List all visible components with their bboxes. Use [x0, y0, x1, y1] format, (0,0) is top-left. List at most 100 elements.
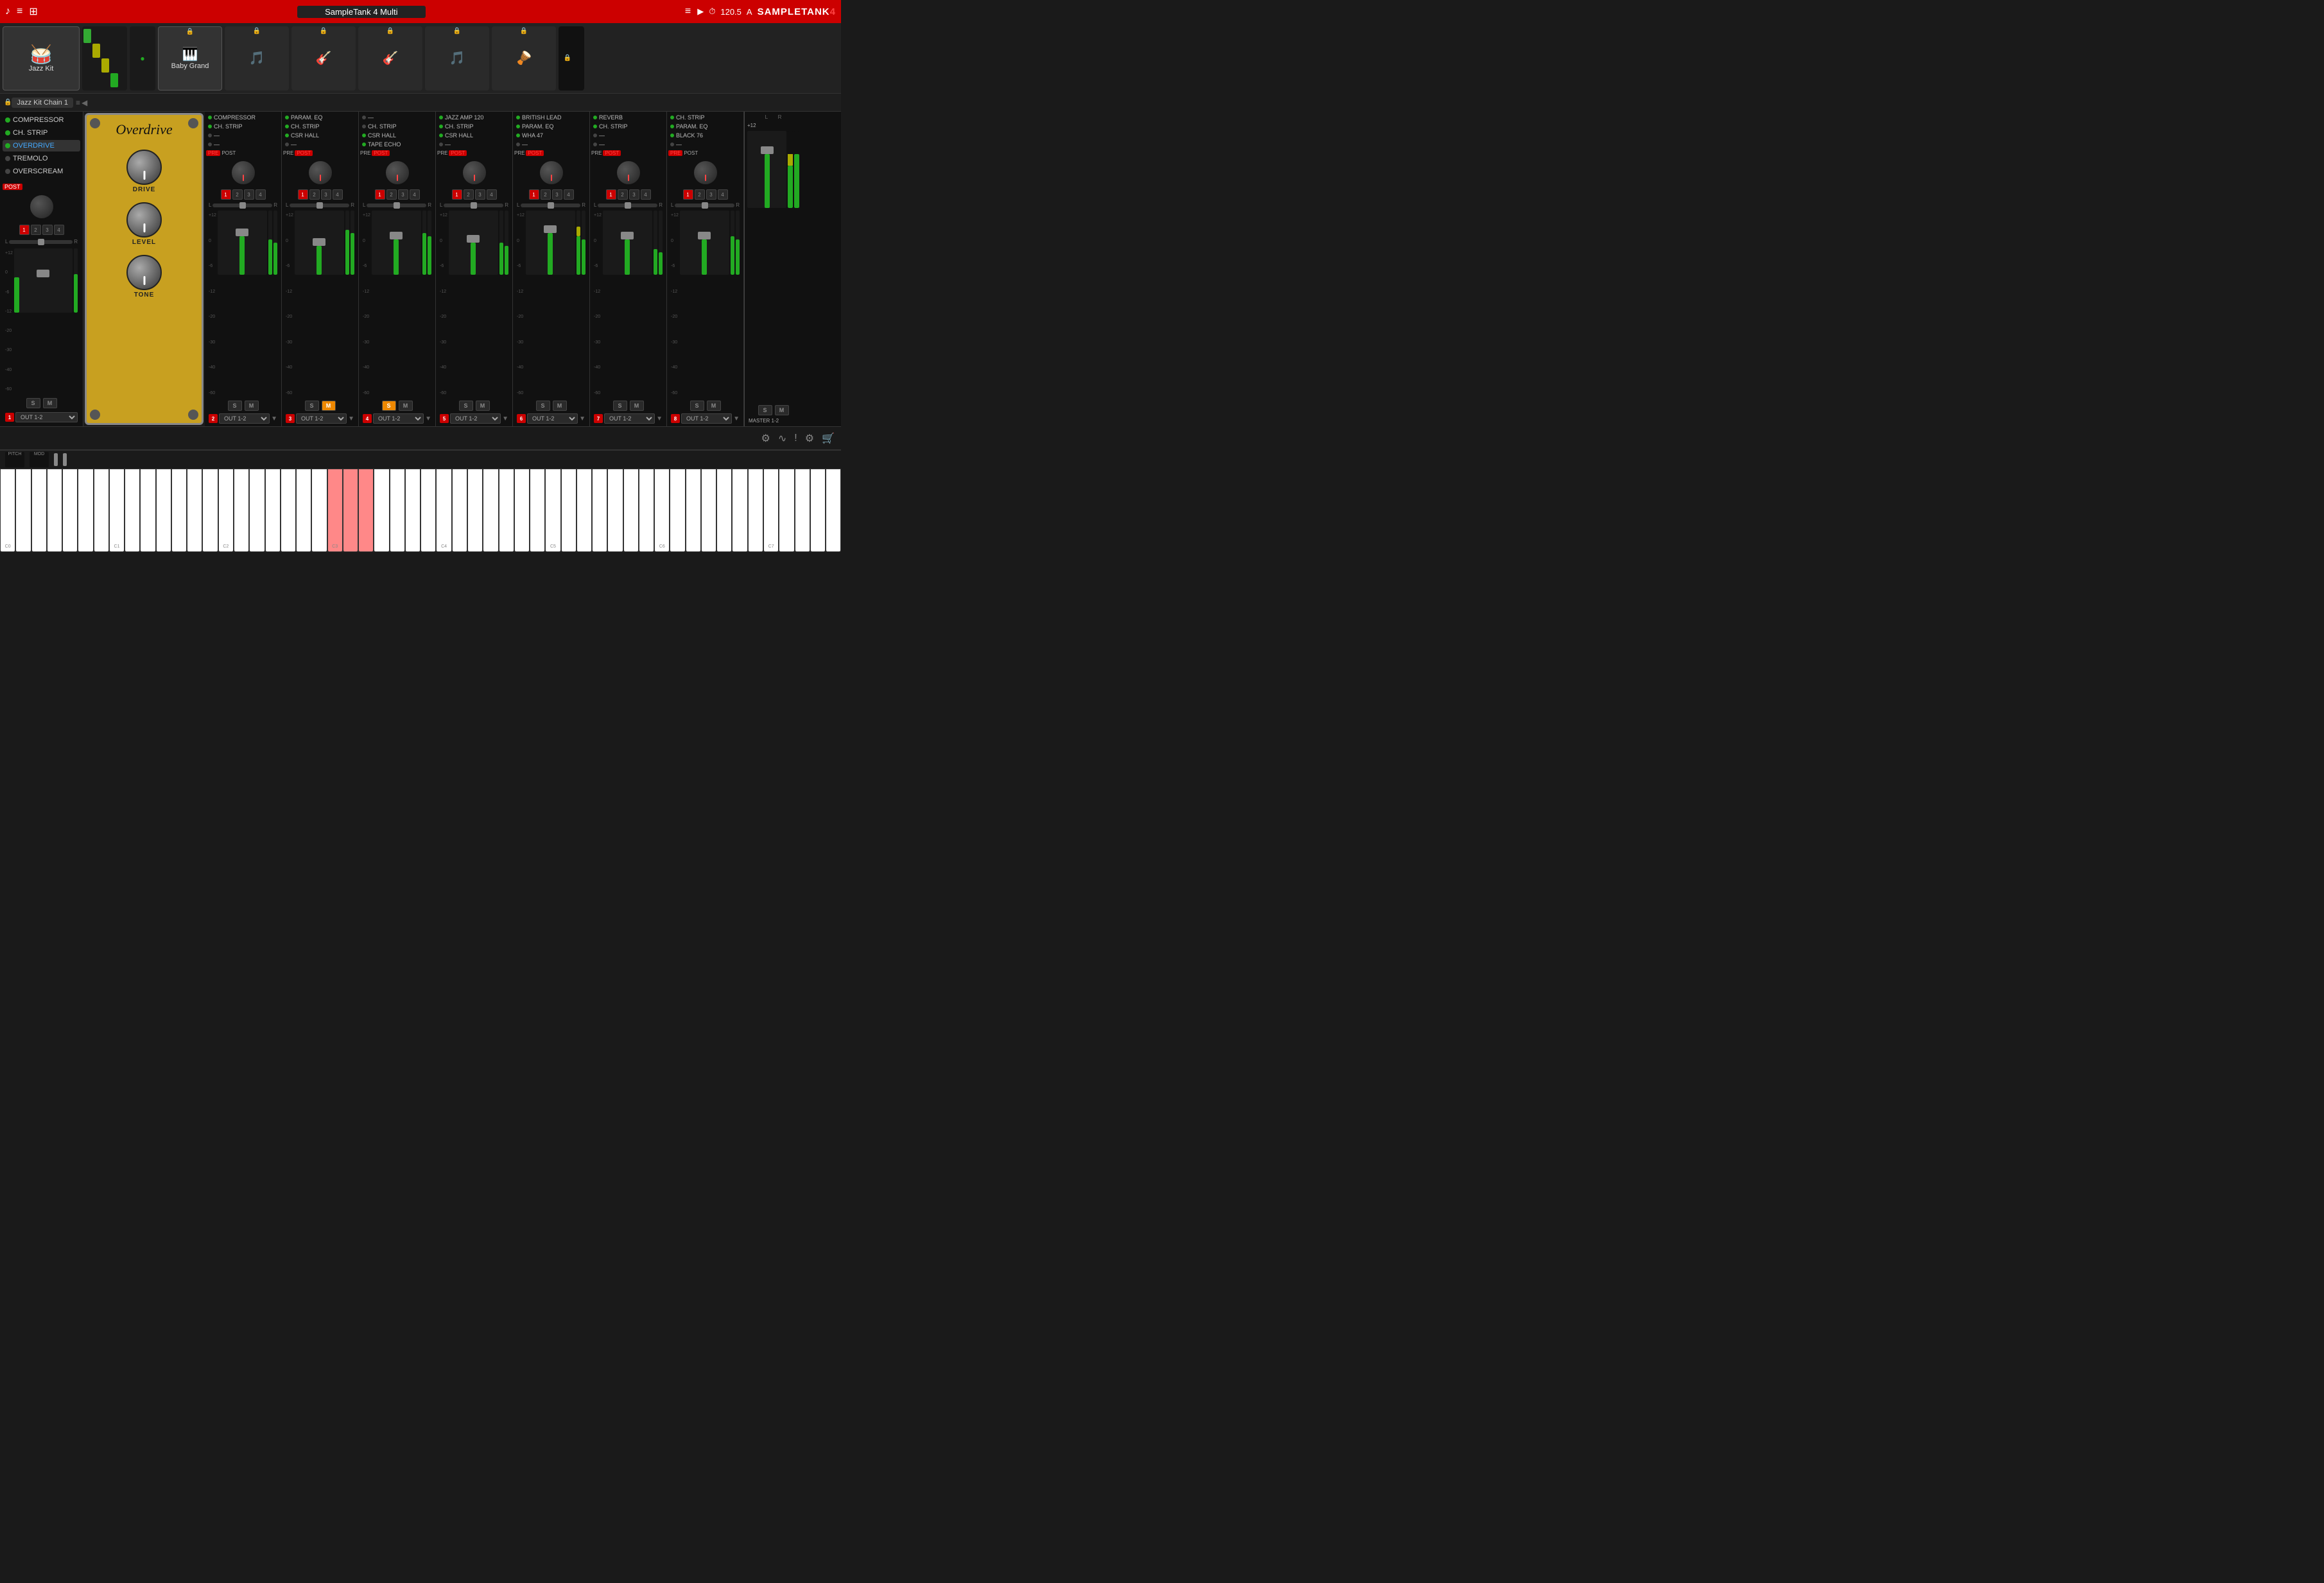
key-B5[interactable] — [639, 469, 654, 552]
key-B1[interactable] — [202, 469, 218, 552]
ch7-btn-3[interactable]: 3 — [629, 189, 639, 200]
ch8-mute-button[interactable]: M — [707, 401, 721, 411]
ch6-pan-slider[interactable] — [521, 203, 580, 207]
ch2-fx-4[interactable]: — — [206, 140, 280, 149]
key-G3[interactable] — [390, 469, 405, 552]
key-E4[interactable] — [467, 469, 483, 552]
overdrive-drive-knob[interactable] — [126, 150, 162, 185]
ch8-btn-2[interactable]: 2 — [695, 189, 705, 200]
key-B3[interactable] — [421, 469, 436, 552]
key-C5[interactable]: C5 — [545, 469, 560, 552]
hamburger-icon[interactable]: ≡ — [685, 6, 691, 17]
overdrive-corner-tl[interactable] — [90, 118, 100, 128]
ch4-fader-track[interactable] — [372, 211, 421, 275]
ch3-btn-4[interactable]: 4 — [333, 189, 343, 200]
instrument-slot-guitar[interactable]: 🔒 🎸 — [291, 26, 356, 91]
ch7-mute-button[interactable]: M — [630, 401, 644, 411]
ch2-btn-4[interactable]: 4 — [256, 189, 266, 200]
ch5-fader-track[interactable] — [449, 211, 498, 275]
key-F5[interactable] — [592, 469, 607, 552]
key-E6[interactable] — [686, 469, 701, 552]
music-icon[interactable]: ♪ — [5, 6, 10, 17]
fx-tremolo[interactable]: TREMOLO — [3, 153, 80, 164]
ch1-fader-handle[interactable] — [37, 270, 49, 277]
key-D5[interactable] — [561, 469, 577, 552]
ch7-out-select[interactable]: OUT 1-2 — [604, 413, 655, 424]
ch4-btn-1[interactable]: 1 — [375, 189, 385, 200]
key-A4[interactable] — [514, 469, 530, 552]
ch8-btn-4[interactable]: 4 — [718, 189, 728, 200]
ch5-solo-button[interactable]: S — [459, 401, 473, 411]
ch6-fx-britishlead[interactable]: BRITISH LEAD — [514, 113, 588, 122]
key-D3[interactable] — [343, 469, 358, 552]
ch6-btn-1[interactable]: 1 — [529, 189, 539, 200]
key-D4[interactable] — [452, 469, 467, 552]
ch7-fader-handle[interactable] — [621, 232, 634, 239]
mixer-icon[interactable]: ⊞ — [29, 5, 37, 18]
alert-icon[interactable]: ! — [794, 433, 797, 444]
ch2-btn-3[interactable]: 3 — [244, 189, 254, 200]
key-C0[interactable]: C0 — [0, 469, 15, 552]
key-B4[interactable] — [530, 469, 545, 552]
key-G0[interactable] — [62, 469, 78, 552]
ch7-fx-4[interactable]: — — [591, 140, 665, 149]
ch8-fx-black76[interactable]: BLACK 76 — [668, 131, 742, 140]
ch2-fx-chstrip[interactable]: CH. STRIP — [206, 122, 280, 131]
key-E2[interactable] — [249, 469, 264, 552]
ch5-fx-csrhall[interactable]: CSR HALL — [437, 131, 511, 140]
ch4-pan-slider[interactable] — [367, 203, 426, 207]
instrument-slot-xylophone[interactable]: 🔒 🎵 — [225, 26, 289, 91]
ch2-out-select[interactable]: OUT 1-2 — [219, 413, 270, 424]
ch7-btn-2[interactable]: 2 — [618, 189, 628, 200]
key-G5[interactable] — [607, 469, 623, 552]
key-B6[interactable] — [748, 469, 763, 552]
ch7-btn-1[interactable]: 1 — [606, 189, 616, 200]
ch2-fx-compressor[interactable]: COMPRESSOR — [206, 113, 280, 122]
ch1-btn-3[interactable]: 3 — [42, 225, 53, 235]
ch4-btn-4[interactable]: 4 — [410, 189, 420, 200]
ch4-fx-tapeecho[interactable]: TAPE ECHO — [360, 140, 434, 149]
chain-menu-icon[interactable]: ≡ — [76, 98, 80, 107]
ch6-btn-4[interactable]: 4 — [564, 189, 574, 200]
instrument-slot-chain[interactable] — [82, 26, 127, 91]
ch8-solo-button[interactable]: S — [690, 401, 704, 411]
key-B2[interactable] — [311, 469, 327, 552]
key-E7[interactable] — [795, 469, 810, 552]
ch6-fx-wha47[interactable]: WHA 47 — [514, 131, 588, 140]
settings-icon[interactable]: ⚙ — [761, 432, 770, 445]
ch3-fx-parameq[interactable]: PARAM. EQ — [283, 113, 357, 122]
ch7-pan-slider[interactable] — [598, 203, 657, 207]
instrument-slot-bass[interactable]: 🔒 🎸 — [358, 26, 422, 91]
fx-compressor[interactable]: COMPRESSOR — [3, 114, 80, 126]
key-D0[interactable] — [15, 469, 31, 552]
ch2-fx-3[interactable]: — — [206, 131, 280, 140]
fx-overdrive[interactable]: OVERDRIVE — [3, 140, 80, 151]
ch4-mute-button[interactable]: M — [399, 401, 413, 411]
fx-overscream[interactable]: OVERSCREAM — [3, 166, 80, 177]
ch4-fx-1[interactable]: — — [360, 113, 434, 122]
ch3-mute-button[interactable]: M — [322, 401, 336, 411]
ch4-fx-csrhall[interactable]: CSR HALL — [360, 131, 434, 140]
ch8-fx-chstrip[interactable]: CH. STRIP — [668, 113, 742, 122]
key-A5[interactable] — [623, 469, 639, 552]
ch8-send-knob[interactable] — [693, 160, 718, 186]
ch2-btn-2[interactable]: 2 — [232, 189, 243, 200]
ch4-btn-2[interactable]: 2 — [386, 189, 397, 200]
overdrive-corner-br[interactable] — [188, 410, 198, 420]
master-fader-track[interactable] — [747, 131, 786, 208]
gear2-icon[interactable]: ⚙ — [805, 432, 814, 445]
ch3-fx-4[interactable]: — — [283, 140, 357, 149]
ch8-btn-3[interactable]: 3 — [706, 189, 716, 200]
ch3-fx-csrhall[interactable]: CSR HALL — [283, 131, 357, 140]
ch4-solo-button[interactable]: S — [382, 401, 396, 411]
ch4-fader-handle[interactable] — [390, 232, 403, 239]
ch4-out-select[interactable]: OUT 1-2 — [373, 413, 424, 424]
ch1-send-knob[interactable] — [29, 194, 55, 220]
ch2-send-knob[interactable] — [230, 160, 256, 186]
key-F4[interactable] — [483, 469, 498, 552]
key-C2[interactable]: C2 — [218, 469, 234, 552]
ch2-arrow[interactable]: ▼ — [271, 415, 277, 422]
ch6-fader-track[interactable] — [526, 211, 575, 275]
ch7-fx-chstrip[interactable]: CH. STRIP — [591, 122, 665, 131]
overdrive-corner-bl[interactable] — [90, 410, 100, 420]
